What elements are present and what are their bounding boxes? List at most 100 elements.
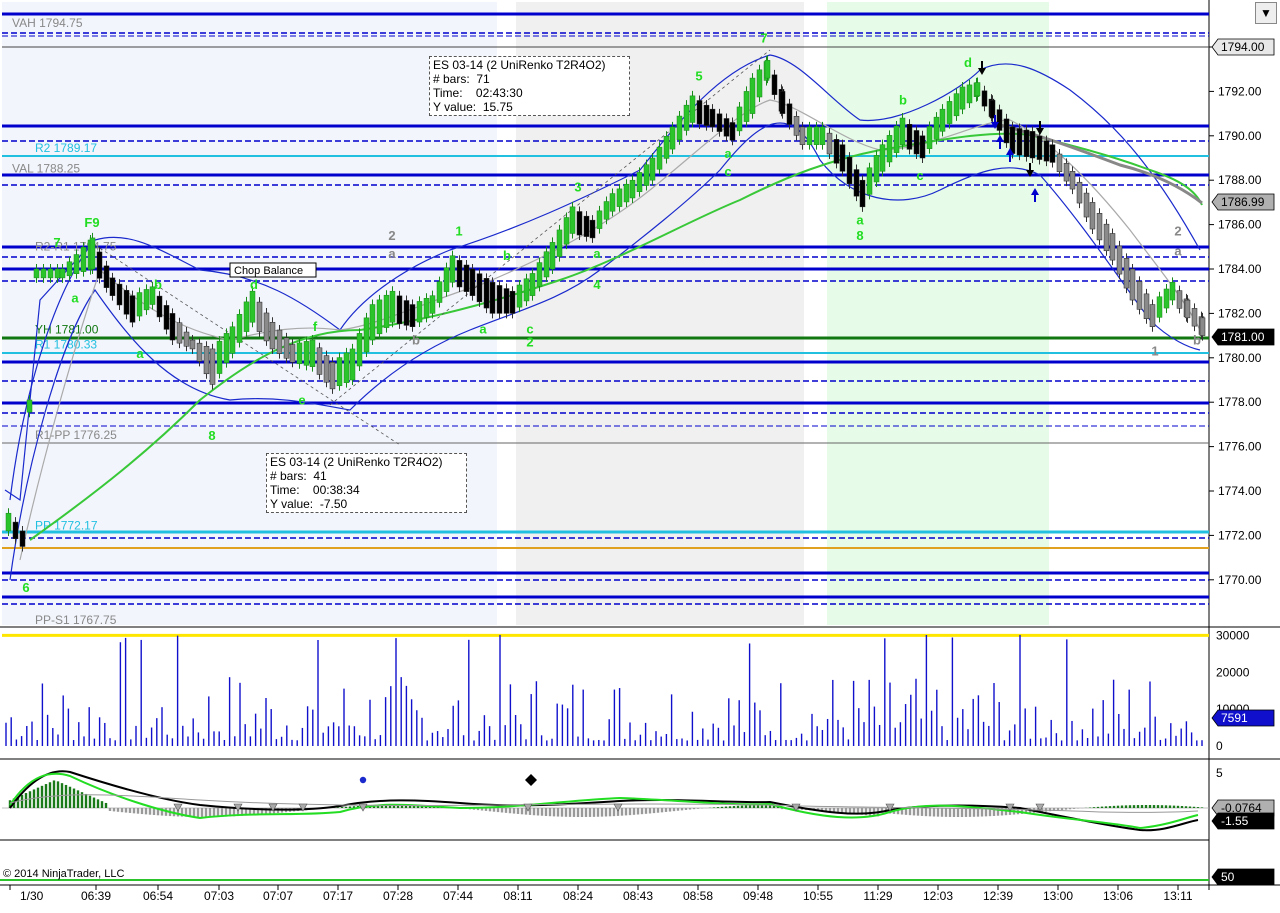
wave-label-22: c — [916, 168, 923, 183]
brick-48 — [323, 355, 330, 383]
brick-107 — [716, 113, 723, 132]
price-badge-last-text: 1781.00 — [1221, 330, 1265, 344]
brick-158 — [1036, 135, 1043, 160]
wave-label-gray-2: b — [412, 332, 420, 347]
brick-159 — [1043, 140, 1050, 162]
brick-13 — [89, 237, 96, 270]
brick-81 — [543, 251, 550, 278]
brick-99 — [663, 135, 670, 159]
scroll-up-button[interactable]: ▼ — [1255, 2, 1277, 24]
brick-127 — [839, 144, 846, 172]
wave-label-7: e — [298, 392, 305, 407]
brick-97 — [649, 157, 656, 181]
tooltip-1-time: 02:43:30 — [475, 86, 523, 100]
volume-tick-3: 0 — [1216, 739, 1223, 753]
wave-label-14: 3 — [574, 179, 581, 194]
x-tick-label-3: 07:03 — [204, 889, 234, 903]
brick-112 — [749, 77, 756, 114]
tooltip-1-bars-label: # bars: — [433, 72, 470, 86]
brick-29 — [196, 342, 203, 362]
y-tick-label-12: 1770.00 — [1218, 573, 1262, 587]
x-tick-label-4: 07:07 — [263, 889, 293, 903]
brick-135 — [893, 125, 900, 153]
wave-label-gray-6: 1 — [1151, 344, 1158, 359]
brick-167 — [1096, 213, 1103, 241]
y-tick-label-5: 1784.00 — [1218, 262, 1262, 276]
tooltip-1-y-label: Y value: — [433, 100, 477, 114]
brick-105 — [703, 104, 710, 126]
brick-153 — [1003, 118, 1010, 144]
chop-balance-box: Chop Balance — [229, 262, 317, 278]
y-tick-label-1: 1792.00 — [1218, 84, 1262, 98]
brick-40 — [269, 322, 276, 350]
brick-155 — [1016, 128, 1023, 156]
brick-124 — [819, 126, 826, 145]
brick-19 — [129, 295, 136, 323]
brick-163 — [1069, 171, 1076, 190]
wave-label-21: b — [899, 93, 907, 108]
level-label-2: VAL 1788.25 — [12, 162, 80, 176]
brick-109 — [729, 122, 736, 141]
brick-58 — [389, 290, 396, 323]
volume-badge-text: 7591 — [1221, 711, 1248, 725]
price-badge-last: 1781.00 — [1211, 328, 1275, 346]
brick-67 — [449, 255, 456, 283]
y-tick-label-4: 1786.00 — [1218, 218, 1262, 232]
brick-28 — [189, 339, 196, 350]
brick-69 — [463, 264, 470, 292]
x-tick-label-1: 06:39 — [81, 889, 111, 903]
tooltip-2: ES 03-14 (2 UniRenko T2R4O2) # bars: 41 … — [266, 453, 467, 513]
brick-45 — [303, 341, 310, 366]
brick-6 — [47, 268, 54, 279]
wave-label-24: 8 — [856, 228, 863, 243]
chop-balance-label: Chop Balance — [234, 265, 303, 277]
osc-dot-blue — [359, 776, 367, 784]
brick-15 — [103, 265, 110, 288]
brick-129 — [853, 169, 860, 197]
brick-7 — [54, 268, 61, 279]
brick-80 — [536, 262, 543, 287]
brick-133 — [879, 144, 886, 172]
brick-59 — [396, 295, 403, 325]
brick-5 — [40, 268, 47, 279]
brick-70 — [469, 268, 476, 296]
brick-77 — [516, 284, 523, 308]
brick-131 — [866, 167, 873, 195]
wave-label-11: a — [479, 321, 487, 336]
y-tick-label-7: 1780.00 — [1218, 351, 1262, 365]
brick-95 — [636, 172, 643, 192]
brick-3 — [26, 399, 33, 413]
y-tick-label-9: 1776.00 — [1218, 440, 1262, 454]
x-tick-label-11: 08:58 — [683, 889, 713, 903]
price-badge-mid: 1786.99 — [1211, 193, 1275, 211]
x-tick-label-19: 13:11 — [1163, 889, 1192, 903]
brick-57 — [383, 294, 390, 328]
brick-182 — [1191, 308, 1198, 327]
brick-149 — [981, 90, 988, 107]
brick-119 — [786, 103, 793, 125]
brick-0 — [5, 512, 12, 532]
x-tick-label-8: 08:11 — [503, 889, 532, 903]
x-tick-label-15: 12:03 — [923, 889, 953, 903]
brick-68 — [456, 260, 463, 288]
brick-43 — [289, 344, 296, 363]
brick-34 — [229, 326, 236, 354]
brick-125 — [826, 132, 833, 155]
brick-60 — [403, 300, 410, 326]
brick-2 — [19, 530, 26, 547]
brick-44 — [296, 342, 303, 365]
brick-30 — [203, 346, 210, 375]
brick-24 — [163, 305, 170, 330]
wave-label-start: 6 — [22, 580, 29, 595]
wave-label-10: b — [503, 248, 511, 263]
brick-136 — [899, 117, 906, 145]
brick-128 — [846, 156, 853, 185]
volume-tick-1: 20000 — [1216, 665, 1250, 679]
tooltip-2-y: -7.50 — [319, 497, 348, 511]
chevron-down-icon: ▼ — [1260, 6, 1272, 20]
level-label-1: R2 1789.17 — [35, 141, 97, 155]
brick-56 — [376, 299, 383, 335]
brick-66 — [443, 267, 450, 292]
brick-18 — [123, 290, 130, 315]
x-tick-label-6: 07:28 — [383, 889, 413, 903]
